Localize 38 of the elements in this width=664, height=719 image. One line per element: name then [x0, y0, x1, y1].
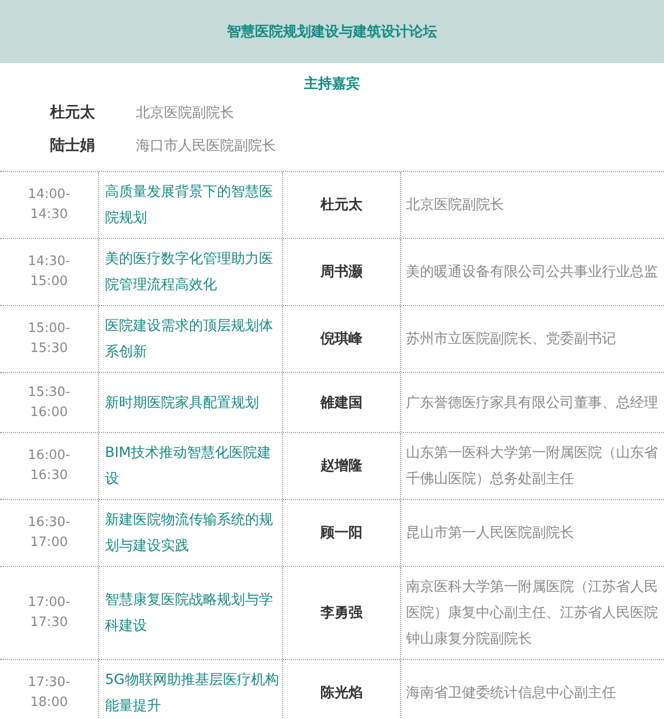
forum-title: 智慧医院规划建设与建筑设计论坛: [227, 22, 437, 40]
host-position: 海口市人民医院副院长: [136, 136, 276, 154]
time-range: 17:00- 17:30: [28, 594, 70, 632]
speaker-name: 顾一阳: [320, 524, 362, 543]
host-name: 杜元太: [48, 103, 96, 122]
speaker-position: 广东誉德医疗家具有限公司董事、总经理: [406, 394, 658, 412]
talk-topic: 医院建设需求的顶层规划体系创新: [105, 317, 274, 362]
time-range: 17:30- 18:00: [28, 674, 70, 712]
speaker-position: 南京医科大学第一附属医院（江苏省人民医院）康复中心副主任、江苏省人民医院钟山康复分院副院长: [406, 578, 659, 649]
talk-topic: 新时期医院家具配置规划: [105, 394, 259, 412]
speaker-name: 赵增隆: [320, 457, 362, 476]
speaker-position: 山东第一医科大学第一附属医院（山东省千佛山医院）总务处副主任: [406, 444, 659, 489]
speaker-name: 周书灏: [320, 263, 362, 282]
time-range: 15:00- 15:30: [28, 320, 70, 358]
speaker-position: 昆山市第一人民医院副院长: [406, 524, 574, 543]
time-range: 14:30- 15:00: [28, 253, 70, 291]
talk-topic: 新建医院物流传输系统的规划与建设实践: [105, 511, 274, 556]
speaker-name: 倪琪峰: [320, 330, 362, 349]
talk-topic: 高质量发展背景下的智慧医院规划: [105, 183, 274, 228]
time-range: 16:30- 17:00: [28, 514, 70, 552]
speaker-name: 陈光焰: [320, 684, 362, 703]
talk-topic: 智慧康复医院战略规划与学科建设: [105, 591, 274, 636]
speaker-position: 美的暖通设备有限公司公共事业行业总监: [406, 263, 658, 282]
host-position: 北京医院副院长: [136, 104, 234, 122]
speaker-name: 杜元太: [320, 196, 362, 215]
time-range: 15:30- 16:00: [28, 384, 70, 422]
talk-topic: 5G物联网助推基层医疗机构能量提升: [105, 671, 280, 716]
host-name: 陆士娟: [49, 136, 96, 155]
time-range: 14:00- 14:30: [28, 186, 70, 224]
speaker-name: 李勇强: [320, 604, 362, 623]
section-heading: 主持嘉宾: [303, 74, 361, 94]
time-range: 16:00- 16:30: [28, 447, 70, 485]
speaker-position: 北京医院副院长: [406, 196, 504, 215]
talk-topic: 美的医疗数字化管理助力医院管理流程高效化: [105, 250, 274, 295]
speaker-position: 苏州市立医院副院长、党委副书记: [406, 330, 616, 349]
speaker-name: 雒建国: [320, 394, 362, 412]
talk-topic: BIM技术推动智慧化医院建设: [105, 444, 272, 489]
speaker-position: 海南省卫健委统计信息中心副主任: [406, 684, 616, 703]
